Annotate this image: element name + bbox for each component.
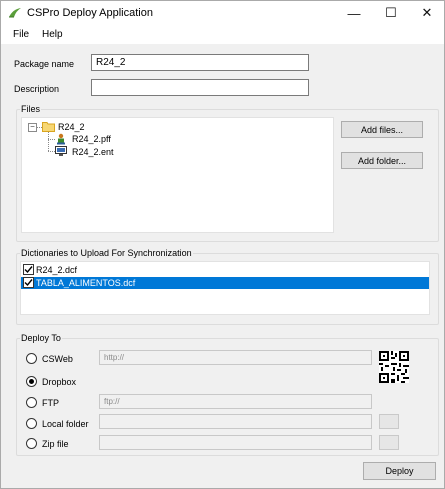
maximize-button[interactable]: ☐ (373, 1, 409, 25)
ftp-radio[interactable] (26, 397, 37, 408)
deploy-to-group-title: Deploy To (20, 333, 62, 343)
package-name-input[interactable]: R24_2 (91, 54, 309, 71)
add-folder-button[interactable]: Add folder... (341, 152, 423, 169)
local-folder-radio[interactable] (26, 418, 37, 429)
ftp-url-input[interactable]: ftp:// (99, 394, 372, 409)
zip-file-label: Zip file (42, 439, 69, 449)
dictionary-checkbox[interactable] (23, 264, 34, 275)
dictionaries-list[interactable]: R24_2.dcf TABLA_ALIMENTOS.dcf (20, 261, 430, 315)
description-input[interactable] (91, 79, 309, 96)
title-bar: CSPro Deploy Application — ☐ ✕ (1, 1, 444, 25)
tree-root-label[interactable]: R24_2 (58, 122, 85, 132)
qr-code-icon[interactable] (379, 351, 409, 383)
menu-help[interactable]: Help (42, 29, 63, 40)
menu-file[interactable]: File (13, 29, 29, 40)
files-tree[interactable]: − R24_2 R24_2.pff R24_2.ent (21, 117, 334, 233)
csweb-label: CSWeb (42, 354, 73, 364)
ent-file-icon (55, 146, 67, 157)
list-item[interactable]: R24_2.dcf (21, 264, 429, 276)
description-label: Description (14, 84, 60, 94)
menu-bar: File Help (1, 25, 444, 44)
dictionary-checkbox[interactable] (23, 277, 34, 288)
minimize-button[interactable]: — (336, 1, 372, 25)
folder-icon (42, 121, 55, 132)
dictionary-label: TABLA_ALIMENTOS.dcf (36, 278, 136, 288)
zip-file-radio[interactable] (26, 438, 37, 449)
dictionaries-group-title: Dictionaries to Upload For Synchronizati… (20, 248, 193, 258)
csweb-url-input[interactable]: http:// (99, 350, 372, 365)
collapse-toggle-icon[interactable]: − (28, 123, 37, 132)
dictionary-label: R24_2.dcf (36, 265, 78, 275)
browse-zip-button[interactable] (379, 435, 399, 450)
list-item-selected[interactable]: TABLA_ALIMENTOS.dcf (21, 277, 429, 289)
csp-logo-icon (7, 6, 23, 20)
deploy-button[interactable]: Deploy (363, 462, 436, 480)
package-name-label: Package name (14, 59, 75, 69)
browse-folder-button[interactable] (379, 414, 399, 429)
files-group-title: Files (20, 104, 42, 114)
local-folder-label: Local folder (42, 419, 89, 429)
tree-child-label[interactable]: R24_2.pff (72, 134, 111, 144)
deploy-application-window: CSPro Deploy Application — ☐ ✕ File Help… (0, 0, 445, 489)
dropbox-radio[interactable] (26, 376, 37, 387)
add-files-button[interactable]: Add files... (341, 121, 423, 138)
pff-file-icon (55, 133, 67, 145)
ftp-label: FTP (42, 398, 59, 408)
close-button[interactable]: ✕ (409, 1, 445, 25)
local-folder-input[interactable] (99, 414, 372, 429)
zip-file-input[interactable] (99, 435, 372, 450)
tree-child-label[interactable]: R24_2.ent (72, 147, 114, 157)
window-title: CSPro Deploy Application (27, 7, 153, 19)
dropbox-label: Dropbox (42, 377, 77, 387)
csweb-radio[interactable] (26, 353, 37, 364)
